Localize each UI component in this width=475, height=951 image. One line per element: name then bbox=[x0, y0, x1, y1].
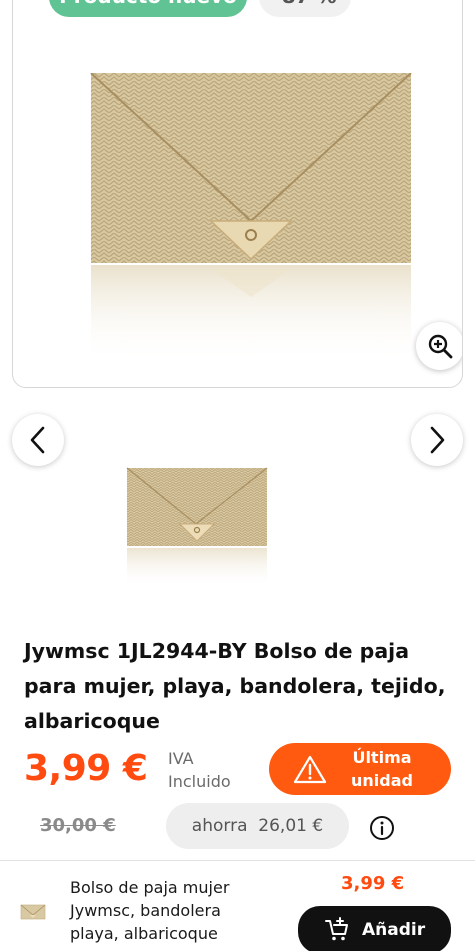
sticky-bar-title-line1: Bolso de paja mujer bbox=[70, 878, 230, 897]
discount-badge: -87 % bbox=[259, 0, 351, 17]
sticky-bar-thumbnail bbox=[20, 904, 46, 920]
savings-badge: ahorra 26,01 € bbox=[166, 803, 349, 849]
product-title: Jywmsc 1JL2944-BY Bolso de paja para muj… bbox=[24, 639, 446, 733]
product-main-image[interactable] bbox=[79, 73, 424, 373]
product-image-card: Producto nuevo -87 % bbox=[12, 0, 463, 388]
product-thumbnail[interactable] bbox=[122, 462, 272, 592]
add-to-cart-icon bbox=[325, 917, 348, 941]
previous-image-button[interactable] bbox=[12, 414, 64, 466]
new-product-badge-label: Producto nuevo bbox=[59, 0, 237, 8]
zoom-in-icon bbox=[428, 334, 453, 359]
zoom-button[interactable] bbox=[416, 322, 462, 370]
chevron-left-icon bbox=[30, 426, 45, 454]
sticky-bar-title: Bolso de paja mujer Jywmsc, bandolera pl… bbox=[70, 876, 275, 945]
sticky-bar-price: 3,99 € bbox=[341, 873, 405, 894]
info-icon[interactable] bbox=[369, 815, 395, 841]
discount-badge-label: -87 % bbox=[273, 0, 336, 8]
sticky-add-to-cart-bar: Bolso de paja mujer Jywmsc, bandolera pl… bbox=[0, 860, 475, 951]
tax-note: IVA Incluido bbox=[168, 747, 231, 793]
savings-label: ahorra 26,01 € bbox=[191, 816, 324, 836]
last-unit-line1: Última bbox=[352, 748, 412, 767]
last-unit-badge: Última unidad bbox=[269, 743, 451, 795]
tax-note-line2: Incluido bbox=[168, 772, 231, 791]
warning-icon bbox=[293, 755, 327, 784]
chevron-right-icon bbox=[430, 426, 445, 454]
sticky-bar-title-line2: Jywmsc, bandolera bbox=[70, 901, 221, 920]
new-product-badge: Producto nuevo bbox=[49, 0, 247, 17]
next-image-button[interactable] bbox=[411, 414, 463, 466]
add-to-cart-label: Añadir bbox=[362, 920, 426, 940]
product-price: 3,99 € bbox=[24, 748, 148, 789]
original-price: 30,00 € bbox=[40, 815, 116, 836]
sticky-bar-title-line3: playa, albaricoque bbox=[70, 924, 218, 943]
add-to-cart-button[interactable]: Añadir bbox=[298, 906, 451, 951]
last-unit-line2: unidad bbox=[351, 771, 413, 790]
tax-note-line1: IVA bbox=[168, 749, 194, 768]
